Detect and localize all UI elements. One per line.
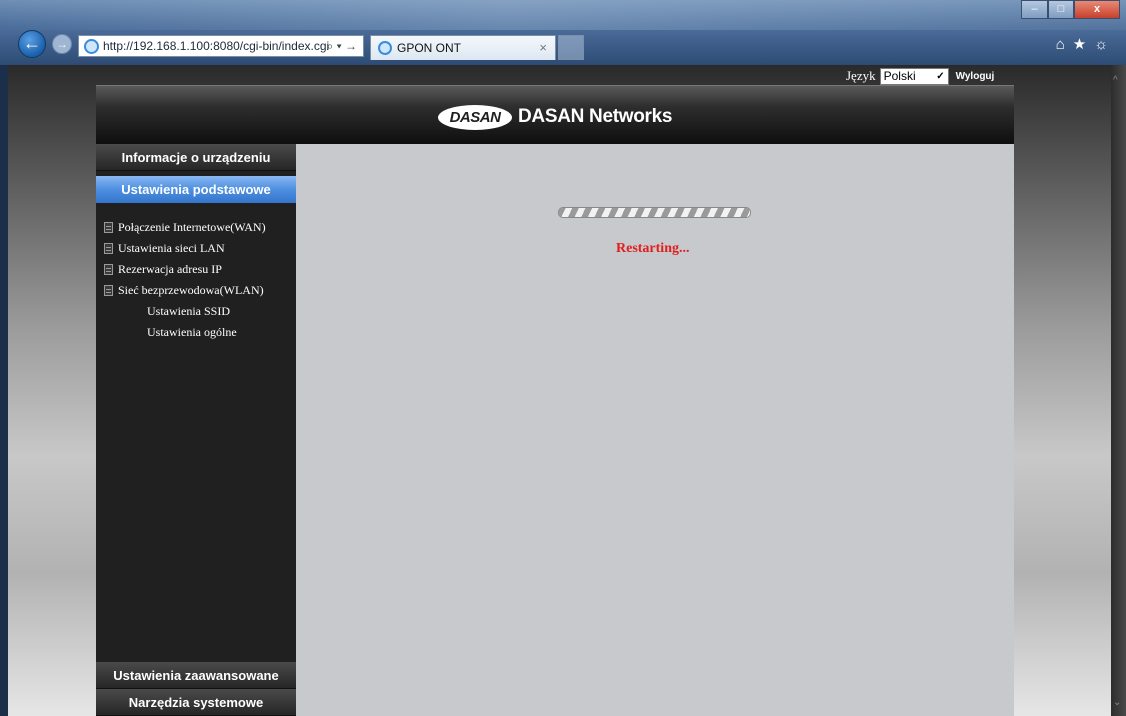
sidebar-item-label: Połączenie Internetowe(WAN)	[118, 220, 266, 234]
settings-gear-icon[interactable]: ☼	[1094, 36, 1116, 53]
language-bar: Język Polski ✓ Wyloguj	[846, 65, 994, 87]
progress-fill	[559, 208, 750, 217]
home-icon[interactable]: ⌂	[1056, 36, 1073, 53]
vertical-scrollbar[interactable]: ^ ⌄	[1111, 65, 1126, 716]
browser-tab[interactable]: GPON ONT ×	[370, 35, 556, 60]
back-button[interactable]: ←	[18, 30, 46, 58]
sidebar-item-lan[interactable]: Ustawienia sieci LAN	[104, 238, 266, 259]
address-url: http://192.168.1.100:8080/cgi-bin/index.…	[103, 39, 330, 53]
search-icon[interactable]: ⌕ ▾ →	[327, 36, 357, 56]
language-select[interactable]: Polski ✓	[879, 67, 949, 85]
logout-link[interactable]: Wyloguj	[956, 71, 995, 82]
language-label: Język	[846, 68, 876, 83]
ie-tab-icon	[378, 41, 392, 55]
basic-settings-submenu: Połączenie Internetowe(WAN) Ustawienia s…	[104, 217, 266, 343]
chevron-down-icon: ✓	[936, 70, 945, 82]
menu-system-tools[interactable]: Narzędzia systemowe	[96, 689, 296, 716]
sidebar-item-label: Rezerwacja adresu IP	[118, 262, 222, 276]
close-window-button[interactable]: x	[1074, 0, 1120, 19]
sidebar-subitem-label: Ustawienia SSID	[147, 304, 230, 318]
browser-chrome: ← → http://192.168.1.100:8080/cgi-bin/in…	[0, 0, 1126, 65]
sidebar-item-ip-reservation[interactable]: Rezerwacja adresu IP	[104, 259, 266, 280]
sidebar-item-wlan[interactable]: Sieć bezprzewodowa(WLAN)	[104, 280, 266, 301]
page-header: DASAN DASAN Networks	[96, 85, 1014, 144]
menu-basic-settings[interactable]: Ustawienia podstawowe	[96, 176, 296, 203]
document-icon	[104, 222, 113, 233]
dasan-logo: DASAN DASAN Networks	[438, 104, 672, 130]
dasan-logo-text: DASAN Networks	[518, 106, 673, 127]
scroll-down-icon[interactable]: ⌄	[1113, 697, 1121, 708]
status-message: Restarting...	[616, 241, 690, 256]
scroll-up-icon[interactable]: ^	[1113, 75, 1118, 86]
tab-close-icon[interactable]: ×	[539, 36, 547, 60]
document-icon	[104, 285, 113, 296]
minimize-button[interactable]: –	[1021, 0, 1048, 19]
new-tab-button[interactable]	[558, 35, 584, 60]
window-controls: – □ x	[1021, 0, 1120, 19]
language-selected-value: Polski	[883, 69, 916, 83]
tab-title: GPON ONT	[397, 41, 462, 55]
sidebar-subitem-general[interactable]: Ustawienia ogólne	[104, 322, 266, 343]
favorites-star-icon[interactable]: ★	[1073, 36, 1094, 53]
router-admin-panel: DASAN DASAN Networks Informacje o urządz…	[96, 85, 1014, 716]
sidebar: Informacje o urządzeniu Ustawienia podst…	[96, 144, 296, 716]
sidebar-item-label: Ustawienia sieci LAN	[118, 241, 225, 255]
page-viewport: Język Polski ✓ Wyloguj DASAN DASAN Netwo…	[8, 65, 1111, 716]
main-content: Restarting...	[296, 144, 1014, 716]
menu-device-info[interactable]: Informacje o urządzeniu	[96, 144, 296, 171]
restart-progress-bar	[558, 207, 751, 218]
sidebar-subitem-ssid[interactable]: Ustawienia SSID	[104, 301, 266, 322]
window-left-border	[0, 65, 8, 716]
sidebar-item-label: Sieć bezprzewodowa(WLAN)	[118, 283, 264, 297]
document-icon	[104, 264, 113, 275]
document-icon	[104, 243, 113, 254]
dasan-logo-mark: DASAN	[438, 104, 512, 130]
maximize-button[interactable]: □	[1048, 0, 1074, 19]
sidebar-subitem-label: Ustawienia ogólne	[147, 325, 237, 339]
address-bar[interactable]: http://192.168.1.100:8080/cgi-bin/index.…	[78, 35, 364, 57]
ie-logo-icon	[84, 39, 99, 54]
forward-button[interactable]: →	[52, 34, 72, 54]
sidebar-item-wan[interactable]: Połączenie Internetowe(WAN)	[104, 217, 266, 238]
browser-toolbar-icons: ⌂★☼	[1056, 35, 1116, 53]
menu-advanced-settings[interactable]: Ustawienia zaawansowane	[96, 662, 296, 689]
